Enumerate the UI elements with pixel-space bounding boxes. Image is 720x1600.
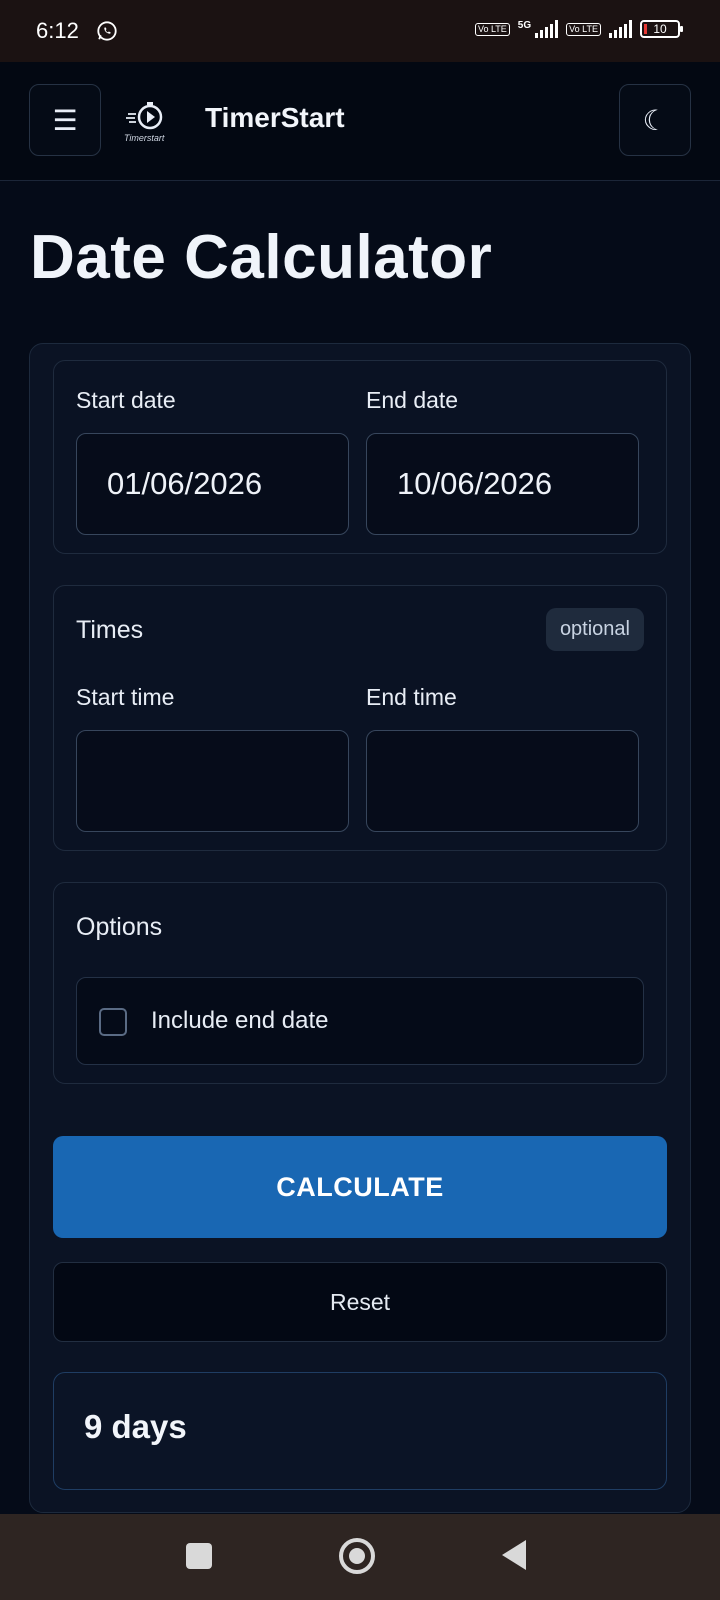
theme-toggle-button[interactable]: ☾	[619, 84, 691, 156]
status-icons: Vo LTE 5G Vo LTE 10	[474, 20, 683, 38]
whatsapp-icon	[97, 21, 117, 41]
end-date-input[interactable]: 10/06/2026	[366, 433, 639, 535]
end-time-input[interactable]	[366, 730, 639, 832]
back-triangle-icon[interactable]	[502, 1540, 526, 1570]
moon-icon: ☾	[642, 104, 668, 136]
end-time-label: End time	[366, 684, 457, 710]
signal-icon-1	[535, 20, 559, 38]
battery-level: 10	[653, 22, 667, 36]
system-nav-bar	[0, 1514, 720, 1600]
end-date-label: End date	[366, 387, 459, 413]
dates-panel: Start date End date 01/06/2026 10/06/202…	[53, 360, 667, 554]
times-heading: Times	[76, 616, 144, 644]
end-date-value: 10/06/2026	[397, 466, 553, 501]
status-time: 6:12	[36, 18, 79, 43]
options-heading: Options	[76, 913, 163, 941]
brand-title[interactable]: TimerStart	[205, 102, 345, 134]
reset-button[interactable]: Reset	[53, 1262, 667, 1342]
calculate-button[interactable]: CALCULATE	[53, 1136, 667, 1238]
optional-badge: optional	[545, 608, 644, 651]
recents-square-icon[interactable]	[186, 1543, 212, 1569]
menu-button[interactable]: ☰	[29, 84, 101, 156]
signal-icon-2	[609, 20, 632, 38]
page-title: Date Calculator	[30, 223, 493, 292]
include-end-date-label: Include end date	[151, 1007, 329, 1034]
app-header: ☰ Timerstart TimerStart ☾	[0, 62, 720, 181]
result-panel: 9 days	[53, 1372, 667, 1490]
hamburger-icon: ☰	[52, 104, 78, 136]
start-date-label: Start date	[76, 387, 176, 413]
result-text: 9 days	[84, 1408, 187, 1445]
start-date-value: 01/06/2026	[107, 466, 263, 501]
volte-badge-1: Vo LTE	[474, 22, 510, 36]
start-time-label: Start time	[76, 684, 175, 710]
battery-icon: 10	[640, 20, 683, 38]
include-end-date-checkbox[interactable]	[99, 1008, 127, 1036]
options-panel: Options Include end date	[53, 882, 667, 1084]
status-bar: 6:12 Vo LTE 5G Vo LTE 10	[0, 0, 720, 62]
times-panel: Times optional Start time End time	[53, 585, 667, 851]
start-date-input[interactable]: 01/06/2026	[76, 433, 349, 535]
volte-badge-2: Vo LTE	[566, 22, 601, 36]
logo-text: Timerstart	[124, 133, 165, 143]
start-time-input[interactable]	[76, 730, 349, 832]
home-circle-icon[interactable]	[339, 1538, 375, 1574]
network-type: 5G	[517, 20, 532, 31]
include-end-date-row[interactable]: Include end date	[76, 977, 644, 1065]
